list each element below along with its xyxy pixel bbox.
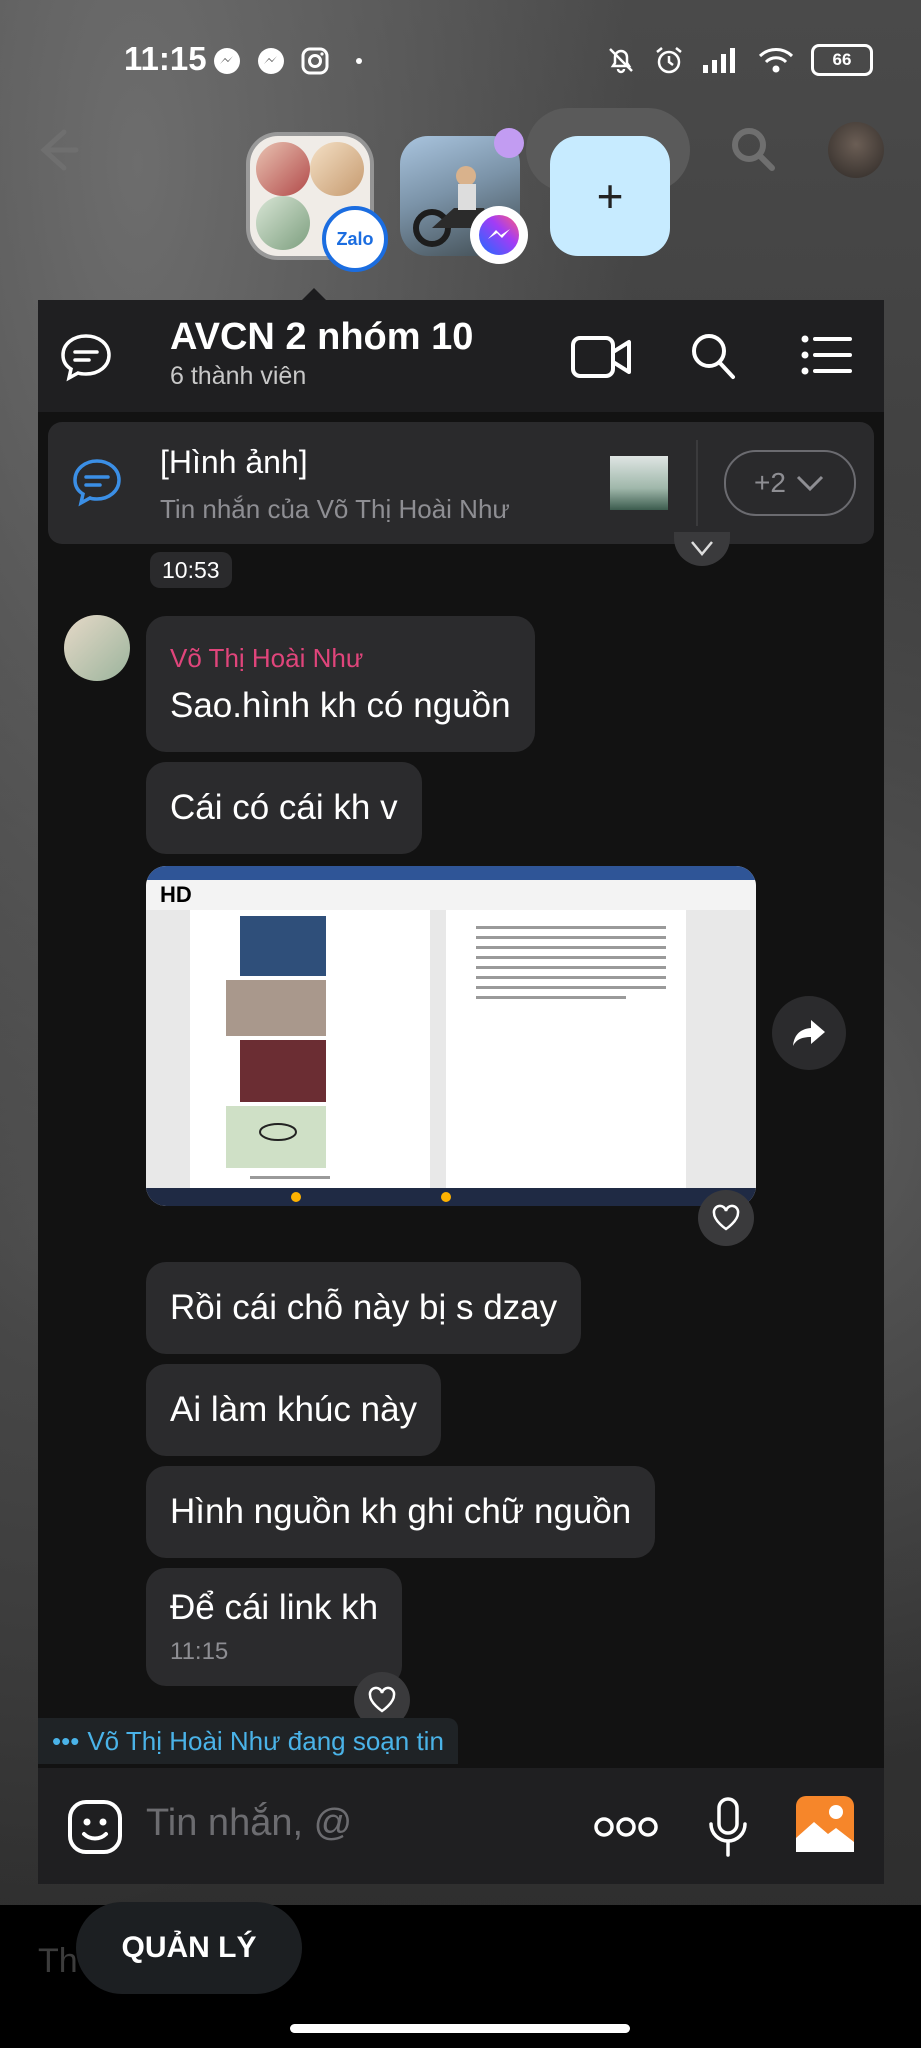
message-bubble[interactable]: Rồi cái chỗ này bị s dzay <box>146 1262 582 1354</box>
reaction-heart-button[interactable] <box>698 1190 754 1246</box>
status-bar: 11:15 66 <box>0 36 921 86</box>
pinned-title: [Hình ảnh] <box>160 444 308 480</box>
sender-avatar[interactable] <box>64 615 130 681</box>
message-bubble[interactable]: Để cái link kh 11:15 <box>146 1568 403 1686</box>
member-avatar <box>256 142 310 196</box>
messenger-notification-icon <box>214 48 240 74</box>
zalo-label: Zalo <box>336 228 374 249</box>
add-chat-head-button[interactable]: + <box>550 136 670 256</box>
more-options-icon[interactable] <box>594 1814 658 1840</box>
pinned-thumbnail <box>610 456 668 510</box>
timestamp-text: 10:53 <box>162 556 220 583</box>
chat-title[interactable]: AVCN 2 nhóm 10 <box>170 316 473 359</box>
menu-list-icon[interactable] <box>800 332 852 378</box>
messenger-icon <box>479 215 519 255</box>
video-call-icon[interactable] <box>570 332 634 382</box>
battery-indicator: 66 <box>811 44 873 76</box>
member-count: 6 thành viên <box>170 362 307 390</box>
pinned-subtitle: Tin nhắn của Võ Thị Hoài Như <box>160 494 510 524</box>
messenger-notification-icon-2 <box>258 48 284 74</box>
zalo-badge: Zalo <box>322 206 388 272</box>
more-notifications-dot-icon <box>356 58 362 64</box>
background-text: Th <box>38 1942 78 1980</box>
word-document-screenshot <box>146 866 756 1206</box>
typing-dots: ••• <box>52 1725 80 1756</box>
microphone-icon[interactable] <box>706 1796 750 1858</box>
message-bubble[interactable]: Ai làm khúc này <box>146 1364 442 1456</box>
pinned-more-count: +2 <box>754 467 786 498</box>
wifi-icon <box>758 48 794 73</box>
message-text: Để cái link kh <box>170 1588 379 1627</box>
instagram-icon <box>301 47 329 75</box>
typing-text: Võ Thị Hoài Như đang soạn tin <box>87 1725 444 1756</box>
notification-icons <box>212 46 374 76</box>
message-bubble[interactable]: Hình nguồn kh ghi chữ nguồn <box>146 1466 656 1558</box>
gallery-icon[interactable] <box>794 1794 856 1854</box>
profile-avatar[interactable] <box>828 122 884 178</box>
back-arrow-icon[interactable] <box>30 122 86 178</box>
hd-badge: HD <box>160 882 192 907</box>
heart-icon <box>368 1686 396 1713</box>
pinned-divider <box>696 440 698 526</box>
forward-arrow-icon <box>793 1020 825 1046</box>
typing-indicator: ••• Võ Thị Hoài Như đang soạn tin <box>38 1718 458 1764</box>
heart-icon <box>712 1204 740 1231</box>
reaction-heart-button[interactable] <box>674 532 730 566</box>
pinned-more-button[interactable]: +2 <box>724 450 856 516</box>
pinned-message-icon <box>73 459 121 507</box>
search-chat-icon[interactable] <box>688 330 738 382</box>
message-text: Sao.hình kh có nguồn <box>170 685 511 725</box>
message-bubble[interactable]: Cái có cái kh v <box>146 762 422 854</box>
message-time: 11:15 <box>170 1638 229 1665</box>
home-indicator[interactable] <box>290 2024 630 2033</box>
composer-bar: Tin nhắn, @ <box>38 1768 884 1884</box>
alarm-icon <box>656 47 682 74</box>
pinned-message-bar[interactable]: [Hình ảnh] Tin nhắn của Võ Thị Hoài Như … <box>48 422 874 544</box>
message-text: Rồi cái chỗ này bị s dzay <box>170 1288 558 1327</box>
chat-header: AVCN 2 nhóm 10 6 thành viên <box>38 300 884 412</box>
battery-level: 66 <box>832 50 852 69</box>
message-text: Cái có cái kh v <box>170 788 398 827</box>
member-avatar <box>256 196 310 250</box>
silent-bell-icon <box>609 48 633 74</box>
unread-dot <box>494 128 524 158</box>
chat-panel: AVCN 2 nhóm 10 6 thành viên [Hình ảnh] T… <box>38 300 884 1884</box>
sticker-icon[interactable] <box>66 1798 124 1856</box>
manage-button[interactable]: QUẢN LÝ <box>76 1902 302 1994</box>
timestamp-chip: 10:53 <box>150 552 232 588</box>
member-avatar <box>310 142 364 196</box>
message-text: Hình nguồn kh ghi chữ nguồn <box>170 1492 632 1531</box>
share-button[interactable] <box>772 996 846 1070</box>
message-text: Ai làm khúc này <box>170 1390 418 1429</box>
message-bubble[interactable]: Võ Thị Hoài Như Sao.hình kh có nguồn <box>146 616 535 752</box>
heart-icon <box>691 541 713 556</box>
chat-bubble-icon <box>61 334 111 382</box>
status-time: 11:15 <box>124 40 207 77</box>
sender-name[interactable]: Võ Thị Hoài Như <box>170 643 511 674</box>
image-message[interactable]: HD <box>146 866 756 1206</box>
system-status-icons: 66 <box>605 44 873 76</box>
message-input[interactable]: Tin nhắn, @ <box>146 1802 352 1845</box>
chevron-down-icon <box>796 475 824 492</box>
search-icon[interactable] <box>728 124 778 174</box>
signal-icon <box>703 48 735 73</box>
messenger-badge <box>470 206 528 264</box>
add-label: + <box>596 170 624 222</box>
